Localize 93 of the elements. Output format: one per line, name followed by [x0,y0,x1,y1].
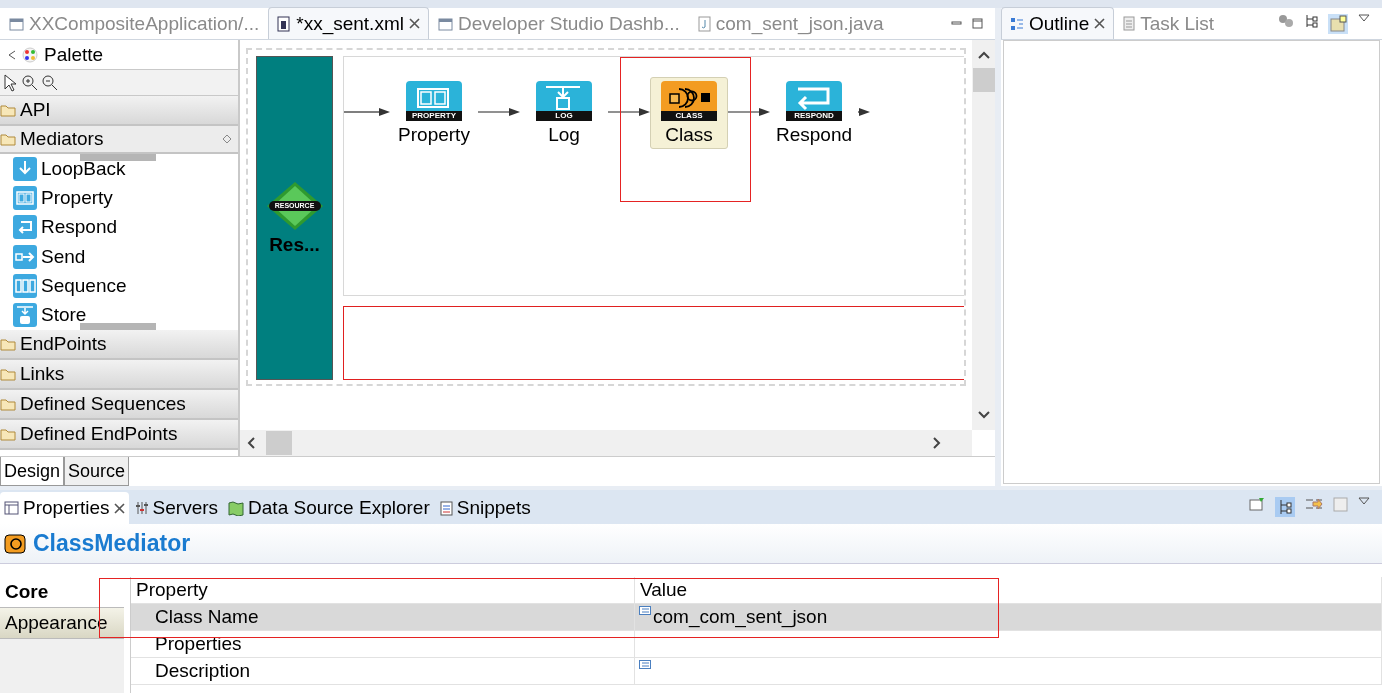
mediator-node[interactable]: RESPOND Respond [770,77,858,149]
scrollbar-thumb[interactable] [266,431,292,455]
window-icon [1333,497,1348,512]
sequence-icon [13,273,37,298]
palette-drawer[interactable]: EndPoints [0,330,238,360]
log-node-icon: LOG [536,81,592,121]
palette-icon [22,46,38,63]
table-cell[interactable]: Properties [131,631,635,658]
file-icon [697,15,711,32]
scroll-down-icon [977,408,990,420]
file-icon [277,15,292,32]
sliders-icon [134,501,149,515]
send-icon [13,244,37,269]
list-icon [1123,16,1136,31]
palette-item[interactable]: Store [0,300,238,330]
text-icon [639,606,651,615]
palette-title: Palette [44,43,104,66]
mediator-node[interactable]: LOG Log [520,77,608,149]
column-header: Value [635,577,1382,604]
tree-icon [1275,497,1295,517]
map-icon [228,500,245,516]
column-header: Property [131,577,635,604]
folder-icon [0,397,17,411]
outline-icon [1010,16,1024,31]
view-tab[interactable]: Properties [0,492,129,524]
text-icon [639,660,651,669]
class-node-icon: CLASS [661,81,717,121]
store-icon [13,303,37,328]
properties-title: ClassMediator [33,530,191,557]
scrollbar-thumb[interactable] [972,68,995,92]
document-icon [439,500,453,516]
resource-label: Res... [269,234,320,256]
palette-drawer[interactable]: Mediators [0,126,238,154]
close-icon [408,18,420,29]
table-cell[interactable]: Class Name [131,604,635,631]
palette-item[interactable]: LoopBack [0,154,238,184]
folder-icon [0,427,17,441]
folder-icon [0,337,17,351]
dots-icon [1278,13,1294,28]
palette-item[interactable]: Property [0,183,238,213]
arrow [344,107,390,117]
editor-tab[interactable]: *xx_sent.xml [268,7,429,39]
respond-node-icon: RESPOND [786,81,842,121]
property-node-icon: PROPERTY [406,81,462,121]
scroll-left-icon [246,437,258,449]
value-cell[interactable] [635,658,1382,685]
palette-drawer[interactable]: Defined EndPoints [0,420,238,450]
folder-icon [0,367,17,381]
editor-tab[interactable]: com_sent_json.java [688,7,893,39]
close-icon [1094,18,1106,29]
window-icon [437,16,453,31]
window-icon [9,16,24,31]
view-tab[interactable]: Servers [130,492,223,524]
mediator-node[interactable]: CLASS Class [650,77,728,149]
editor-mode-tab[interactable]: Source [64,457,130,486]
palette-drawer[interactable]: Links [0,360,238,390]
filter-icon [1305,497,1323,511]
scroll-down-button[interactable] [80,323,156,330]
vertical-scrollbar[interactable] [972,40,995,430]
palette-item[interactable]: Respond [0,212,238,242]
zoom-out-icon [42,74,58,91]
section-tab[interactable]: Core [0,577,124,608]
mediator-node[interactable]: PROPERTY Property [390,77,478,149]
arrow [858,107,870,117]
arrow [608,107,650,117]
close-icon [113,502,125,514]
view-tab[interactable]: Task List [1114,7,1224,39]
view-tab[interactable]: Snippets [435,492,535,524]
scroll-right-icon [930,437,942,449]
table-cell[interactable]: Description [131,658,635,685]
palette-item[interactable]: Send [0,242,238,272]
scroll-up-button[interactable] [80,154,156,161]
arrow [478,107,520,117]
maximize-icon [972,18,983,29]
view-menu-icon [1358,497,1370,505]
value-cell[interactable]: com_com_sent_json [635,604,1382,631]
view-menu-icon [1358,13,1370,22]
horizontal-scrollbar[interactable] [240,430,972,456]
arrow [728,107,770,117]
view-tab[interactable]: Outline [1001,7,1115,39]
folder-icon [0,132,17,146]
loopback-icon [13,156,37,181]
folder-icon [0,103,17,117]
tree-icon [1304,13,1318,28]
property-icon [13,186,37,210]
editor-mode-tab[interactable]: Design [0,457,65,486]
zoom-in-icon [22,74,38,91]
palette-drawer[interactable]: API [0,96,238,126]
pointer-icon [2,72,18,93]
value-cell[interactable] [635,631,1382,658]
palette-item[interactable]: Sequence [0,271,238,301]
palette-drawer[interactable]: Defined Sequences [0,390,238,420]
view-tab[interactable]: Data Source Explorer [224,492,434,524]
